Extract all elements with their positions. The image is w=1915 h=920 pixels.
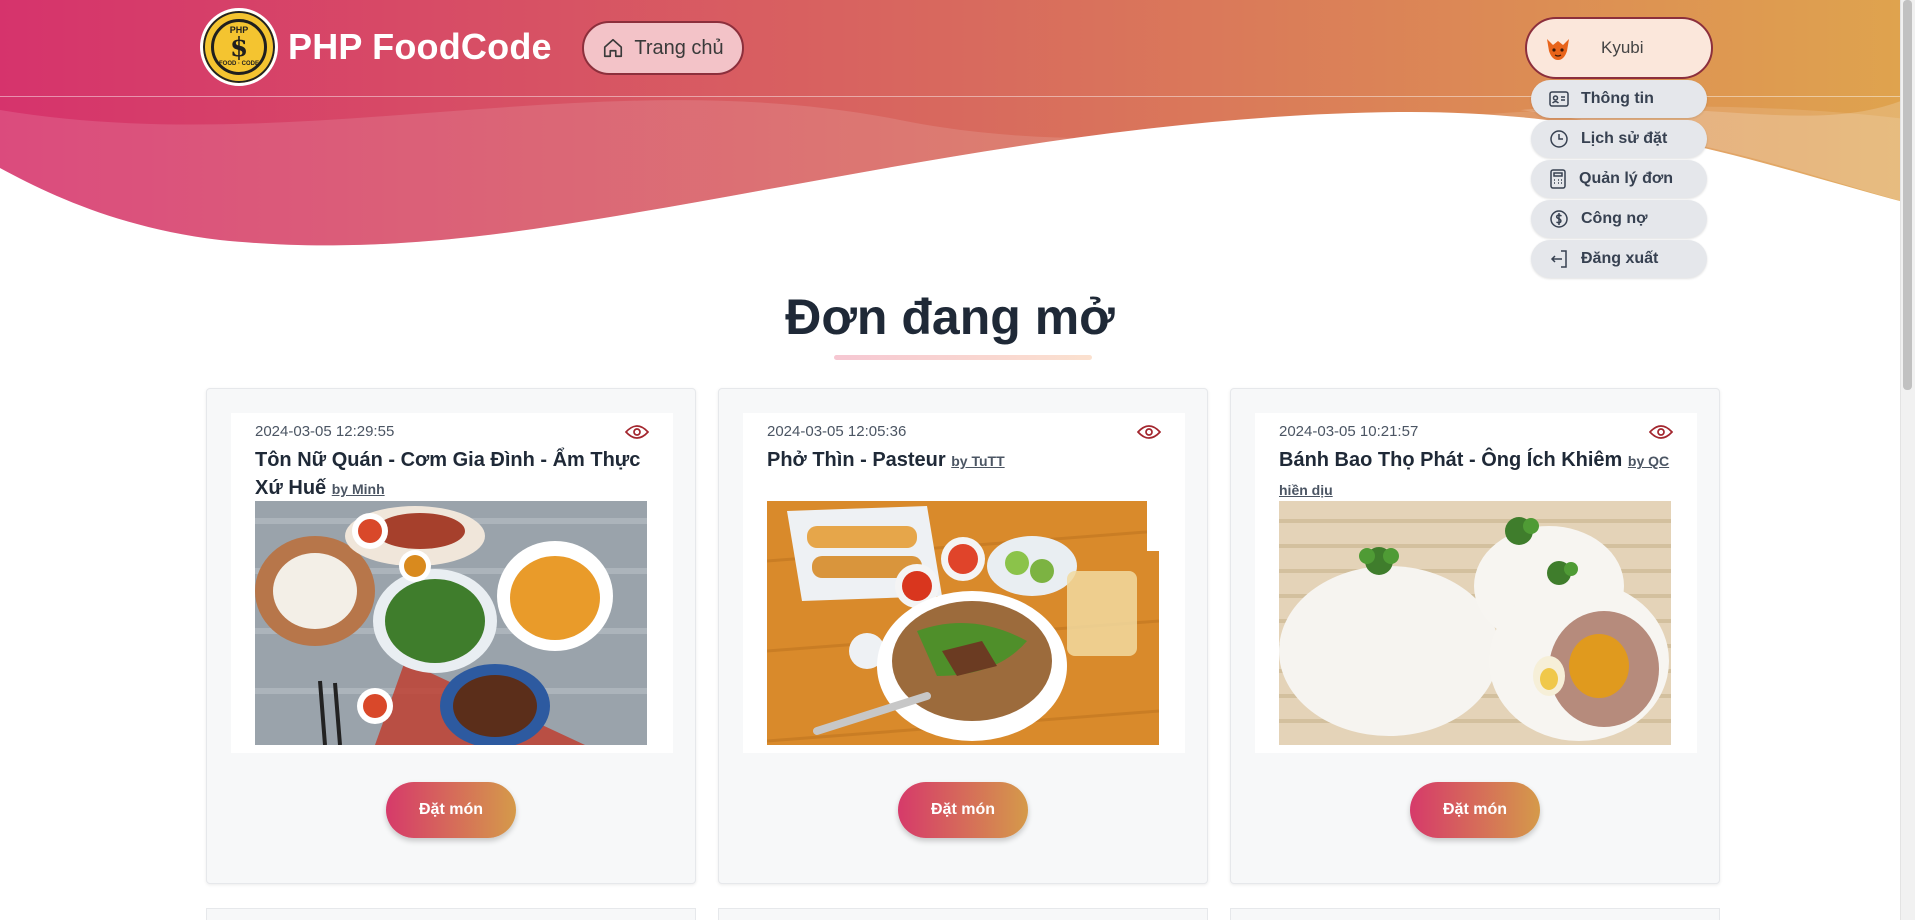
restaurant-name: Bánh Bao Thọ Phát - Ông Ích Khiêm (1279, 449, 1623, 471)
food-photo (1279, 501, 1671, 745)
next-row-card (718, 908, 1208, 920)
order-card-body[interactable]: 2024-03-05 12:05:36 Phở Thìn - Pasteur b… (743, 413, 1185, 753)
logo-icon: PHP $ FOOD · CODE (200, 8, 278, 86)
next-row-card (206, 908, 696, 920)
logo-symbol: $ (229, 33, 249, 63)
order-button[interactable]: Đặt món (898, 782, 1028, 838)
restaurant-name: Phở Thìn - Pasteur (767, 449, 946, 471)
creator-link[interactable]: by TuTT (951, 453, 1004, 469)
menu-item-orders[interactable]: Quản lý đơn (1531, 160, 1707, 198)
title-underline (834, 355, 1092, 360)
calculator-icon (1550, 169, 1566, 189)
id-card-icon (1549, 91, 1569, 107)
order-date: 2024-03-05 10:21:57 (1279, 423, 1419, 440)
home-button-label: Trang chủ (634, 36, 724, 59)
order-button[interactable]: Đặt món (1410, 782, 1540, 838)
order-date: 2024-03-05 12:05:36 (767, 423, 907, 440)
dollar-icon (1550, 210, 1568, 228)
order-button[interactable]: Đặt món (386, 782, 516, 838)
menu-item-history[interactable]: Lịch sử đặt (1531, 120, 1707, 158)
order-card: 2024-03-05 10:21:57 Bánh Bao Thọ Phát - … (1230, 388, 1720, 884)
restaurant-title[interactable]: Tôn Nữ Quán - Cơm Gia Đình - Ẩm Thực Xứ … (255, 446, 655, 503)
menu-item-label: Quản lý đơn (1579, 170, 1674, 187)
restaurant-name: Tôn Nữ Quán - Cơm Gia Đình - Ẩm Thực Xứ … (255, 449, 641, 499)
order-card: 2024-03-05 12:05:36 Phở Thìn - Pasteur b… (718, 388, 1208, 884)
menu-item-label: Công nợ (1581, 210, 1648, 227)
menu-item-label: Đăng xuất (1581, 250, 1659, 267)
food-photo (767, 501, 1159, 745)
menu-item-debt[interactable]: Công nợ (1531, 200, 1707, 238)
home-button[interactable]: Trang chủ (582, 21, 744, 75)
order-card-body[interactable]: 2024-03-05 12:29:55 Tôn Nữ Quán - Cơm Gi… (231, 413, 673, 753)
eye-icon[interactable] (1649, 423, 1673, 441)
order-card: 2024-03-05 12:29:55 Tôn Nữ Quán - Cơm Gi… (206, 388, 696, 884)
section-title: Đơn đang mở (785, 289, 1115, 345)
user-dropdown-menu: Thông tin Lịch sử đặt Quản lý đơn Công n… (1531, 80, 1707, 280)
restaurant-title[interactable]: Bánh Bao Thọ Phát - Ông Ích Khiêm by QC … (1279, 446, 1679, 504)
menu-item-info[interactable]: Thông tin (1531, 80, 1707, 118)
restaurant-title[interactable]: Phở Thìn - Pasteur by TuTT (767, 446, 1167, 475)
logo-bottom-text: FOOD · CODE (219, 61, 259, 67)
page-scrollbar[interactable] (1900, 0, 1915, 920)
next-row-card (1230, 908, 1720, 920)
order-date: 2024-03-05 12:29:55 (255, 423, 395, 440)
scrollbar-thumb[interactable] (1903, 0, 1912, 390)
order-card-body[interactable]: 2024-03-05 10:21:57 Bánh Bao Thọ Phát - … (1255, 413, 1697, 753)
clock-icon (1550, 130, 1568, 148)
menu-item-label: Lịch sử đặt (1581, 130, 1668, 147)
logout-icon (1550, 250, 1567, 268)
food-photo (255, 501, 647, 745)
brand[interactable]: PHP $ FOOD · CODE PHP FoodCode (200, 8, 552, 86)
home-icon (604, 38, 623, 58)
eye-icon[interactable] (625, 423, 649, 441)
brand-title: PHP FoodCode (288, 26, 552, 67)
fox-avatar-icon (1547, 39, 1569, 60)
eye-icon[interactable] (1137, 423, 1161, 441)
creator-link[interactable]: by Minh (332, 481, 385, 497)
menu-item-label: Thông tin (1581, 90, 1654, 107)
user-name: Kyubi (1601, 38, 1644, 57)
menu-item-logout[interactable]: Đăng xuất (1531, 240, 1707, 278)
user-menu-button[interactable]: Kyubi (1525, 17, 1713, 79)
